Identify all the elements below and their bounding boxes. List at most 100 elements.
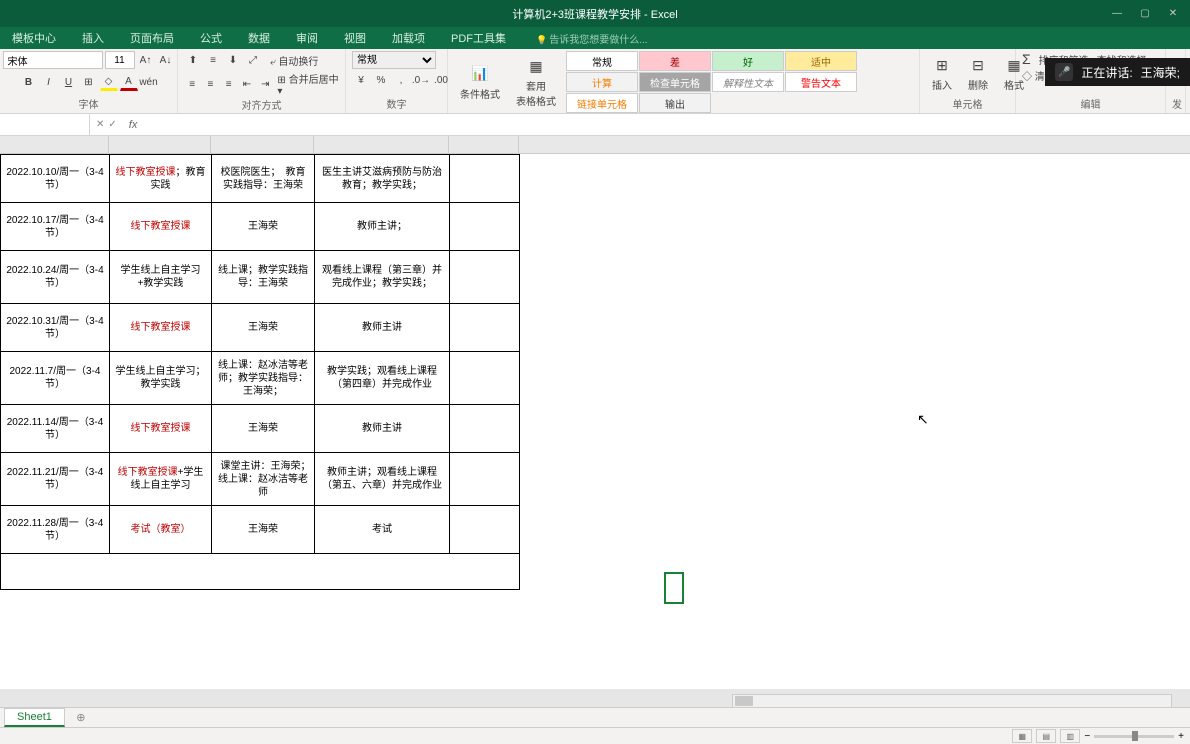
align-center-icon[interactable]: ≡: [202, 75, 218, 93]
enter-formula-icon[interactable]: ✓: [108, 119, 116, 130]
cell[interactable]: 医生主讲艾滋病预防与防治教育；教学实践；: [315, 155, 450, 203]
align-left-icon[interactable]: ≡: [184, 75, 200, 93]
cell[interactable]: 王海荣: [212, 304, 315, 352]
align-middle-icon[interactable]: ≡: [204, 51, 222, 69]
table-row[interactable]: 2022.10.31/周一（3-4节）线下教室授课王海荣教师主讲: [1, 304, 520, 352]
cell[interactable]: [450, 506, 520, 554]
cell[interactable]: 2022.11.21/周一（3-4节）: [1, 453, 110, 506]
table-row[interactable]: 2022.11.28/周一（3-4节）考试（教室）王海荣考试: [1, 506, 520, 554]
table-row[interactable]: 2022.10.10/周一（3-4节）线下教室授课；教育实践校医院医生； 教育实…: [1, 155, 520, 203]
tab-formulas[interactable]: 公式: [196, 28, 226, 48]
style-bad[interactable]: 差: [639, 51, 711, 71]
zoom-in-icon[interactable]: +: [1178, 731, 1184, 742]
tab-insert[interactable]: 插入: [78, 28, 108, 48]
view-page-icon[interactable]: ▤: [1036, 729, 1056, 743]
tab-data[interactable]: 数据: [244, 28, 274, 48]
cell[interactable]: 王海荣: [212, 405, 315, 453]
cell[interactable]: 2022.11.14/周一（3-4节）: [1, 405, 110, 453]
border-icon[interactable]: ⊞: [80, 73, 98, 91]
cell[interactable]: 课堂主讲：王海荣； 线上课：赵冰洁等老师: [212, 453, 315, 506]
cell[interactable]: 线下教室授课: [110, 405, 212, 453]
data-table[interactable]: 2022.10.10/周一（3-4节）线下教室授课；教育实践校医院医生； 教育实…: [0, 154, 520, 590]
fx-icon[interactable]: fx: [123, 119, 144, 131]
table-row[interactable]: 2022.11.21/周一（3-4节）线下教室授课+学生线上自主学习课堂主讲：王…: [1, 453, 520, 506]
tab-page-layout[interactable]: 页面布局: [126, 28, 178, 48]
cell[interactable]: 王海荣: [212, 203, 315, 251]
cell[interactable]: 线下教室授课: [110, 203, 212, 251]
close-button[interactable]: ✕: [1160, 5, 1186, 23]
active-cell[interactable]: [664, 572, 684, 604]
decrease-font-icon[interactable]: A↓: [157, 51, 175, 69]
cell[interactable]: 学生线上自主学习+教学实践: [110, 251, 212, 304]
sum-icon[interactable]: Σ: [1022, 51, 1031, 67]
cell[interactable]: 线上课；教学实践指导：王海荣: [212, 251, 315, 304]
add-sheet-button[interactable]: ⊕: [71, 708, 91, 728]
zoom-slider[interactable]: [1094, 735, 1174, 738]
table-row[interactable]: 2022.10.17/周一（3-4节）线下教室授课王海荣教师主讲；: [1, 203, 520, 251]
cell[interactable]: 校医院医生； 教育实践指导：王海荣: [212, 155, 315, 203]
table-format-button[interactable]: ▦套用 表格格式: [510, 54, 562, 110]
cell[interactable]: [1, 554, 520, 590]
style-normal[interactable]: 常规: [566, 51, 638, 71]
align-top-icon[interactable]: ⬆: [184, 51, 202, 69]
cell[interactable]: 2022.10.24/周一（3-4节）: [1, 251, 110, 304]
bold-icon[interactable]: B: [20, 73, 38, 91]
view-break-icon[interactable]: ▥: [1060, 729, 1080, 743]
italic-icon[interactable]: I: [40, 73, 58, 91]
indent-left-icon[interactable]: ⇤: [239, 75, 255, 93]
fill-color-icon[interactable]: ◇: [100, 73, 118, 91]
tab-review[interactable]: 审阅: [292, 28, 322, 48]
cell[interactable]: [450, 352, 520, 405]
cell[interactable]: 2022.11.28/周一（3-4节）: [1, 506, 110, 554]
cell[interactable]: 教师主讲；: [315, 203, 450, 251]
table-row[interactable]: 2022.10.24/周一（3-4节）学生线上自主学习+教学实践线上课；教学实践…: [1, 251, 520, 304]
sheet-tab-sheet1[interactable]: Sheet1: [4, 708, 65, 727]
cell[interactable]: 教师主讲；观看线上课程（第五、六章）并完成作业: [315, 453, 450, 506]
style-check[interactable]: 检查单元格: [639, 72, 711, 92]
style-calc[interactable]: 计算: [566, 72, 638, 92]
cell[interactable]: 教学实践；观看线上课程（第四章）并完成作业: [315, 352, 450, 405]
style-good[interactable]: 好: [712, 51, 784, 71]
orientation-icon[interactable]: ⤢: [244, 51, 262, 69]
minimize-button[interactable]: —: [1104, 5, 1130, 23]
number-format-select[interactable]: 常规: [352, 51, 436, 69]
cell[interactable]: [450, 203, 520, 251]
spreadsheet-grid[interactable]: 2022.10.10/周一（3-4节）线下教室授课；教育实践校医院医生； 教育实…: [0, 136, 1190, 689]
cell[interactable]: 教师主讲: [315, 304, 450, 352]
cell[interactable]: 学生线上自主学习；教学实践: [110, 352, 212, 405]
delete-button[interactable]: ⊟删除: [962, 53, 994, 94]
cell[interactable]: 线下教室授课: [110, 304, 212, 352]
underline-icon[interactable]: U: [60, 73, 78, 91]
table-row[interactable]: 2022.11.7/周一（3-4节）学生线上自主学习；教学实践线上课：赵冰洁等老…: [1, 352, 520, 405]
formula-input[interactable]: [143, 114, 1190, 135]
maximize-button[interactable]: ▢: [1132, 5, 1158, 23]
cell[interactable]: 2022.11.7/周一（3-4节）: [1, 352, 110, 405]
align-bottom-icon[interactable]: ⬇: [224, 51, 242, 69]
cell[interactable]: 王海荣: [212, 506, 315, 554]
cell[interactable]: 线上课：赵冰洁等老师；教学实践指导：王海荣；: [212, 352, 315, 405]
comma-icon[interactable]: ,: [392, 71, 410, 89]
font-color-icon[interactable]: A: [120, 73, 138, 91]
indent-right-icon[interactable]: ⇥: [257, 75, 273, 93]
table-row[interactable]: 2022.11.14/周一（3-4节）线下教室授课王海荣教师主讲: [1, 405, 520, 453]
increase-decimal-icon[interactable]: .0→: [412, 71, 430, 89]
font-size-input[interactable]: [105, 51, 135, 69]
merge-center-button[interactable]: ⊞ 合并后居中 ▾: [277, 71, 339, 97]
cell[interactable]: 线下教室授课+学生线上自主学习: [110, 453, 212, 506]
cell[interactable]: [450, 155, 520, 203]
cell[interactable]: 2022.10.17/周一（3-4节）: [1, 203, 110, 251]
align-right-icon[interactable]: ≡: [221, 75, 237, 93]
tab-templates[interactable]: 模板中心: [8, 28, 60, 48]
tab-addins[interactable]: 加载项: [388, 28, 429, 48]
tell-me[interactable]: 告诉我您想要做什么...: [536, 31, 648, 46]
conditional-format-button[interactable]: 📊条件格式: [454, 62, 506, 103]
phonetic-icon[interactable]: wén: [140, 73, 158, 91]
cell[interactable]: [450, 405, 520, 453]
cell[interactable]: [450, 304, 520, 352]
cell[interactable]: [450, 251, 520, 304]
cell[interactable]: 线下教室授课；教育实践: [110, 155, 212, 203]
view-normal-icon[interactable]: ▦: [1012, 729, 1032, 743]
cell[interactable]: 考试: [315, 506, 450, 554]
increase-font-icon[interactable]: A↑: [137, 51, 155, 69]
cell[interactable]: 教师主讲: [315, 405, 450, 453]
